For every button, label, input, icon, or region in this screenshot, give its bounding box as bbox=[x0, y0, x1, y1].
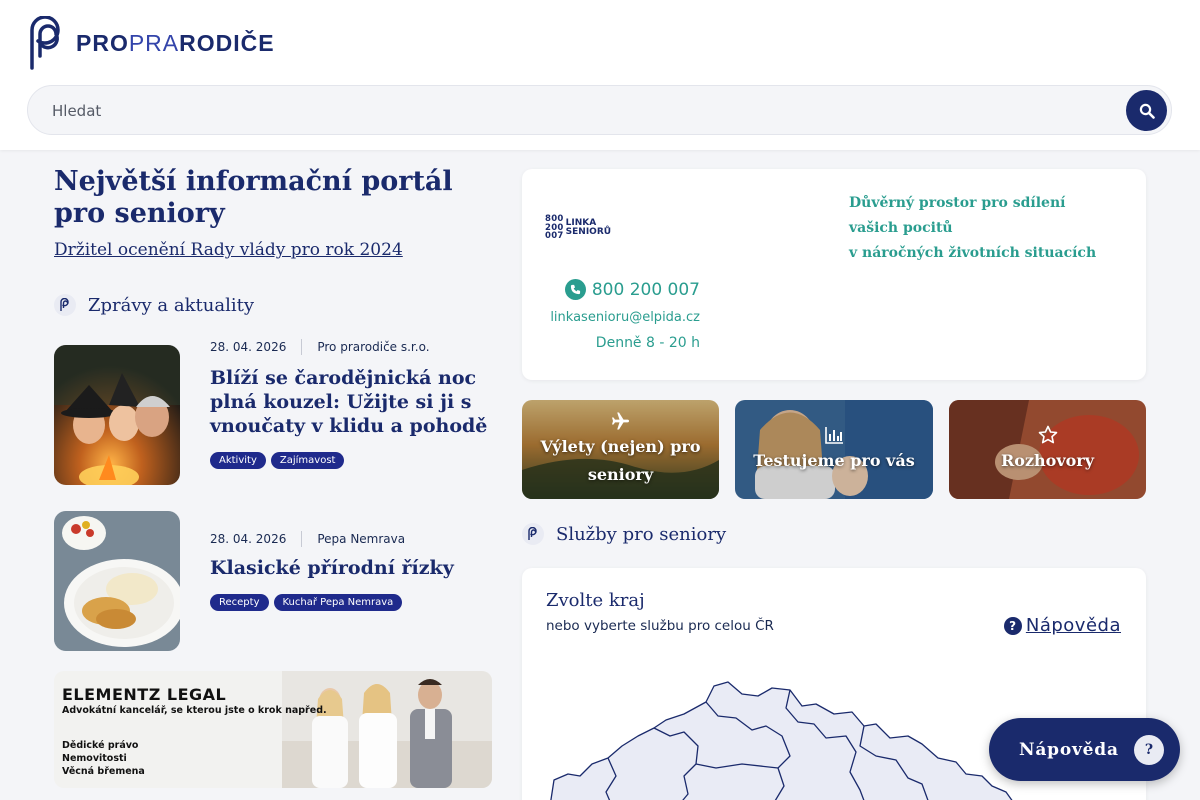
banner-list-item: Věcná břemena bbox=[62, 766, 145, 777]
logo-wordmark: PROPRARODIČE bbox=[76, 29, 275, 56]
news-thumbnail[interactable] bbox=[54, 345, 180, 485]
meta-divider bbox=[301, 339, 303, 355]
star-icon bbox=[1038, 425, 1058, 445]
floating-help-button[interactable]: Nápověda ? bbox=[989, 718, 1180, 781]
floating-help-label: Nápověda bbox=[1019, 739, 1119, 760]
tile-testujeme[interactable]: Testujeme pro vás bbox=[735, 400, 933, 499]
news-author: Pepa Nemrava bbox=[317, 532, 406, 546]
award-link[interactable]: Držitel ocenění Rady vlády pro rok 2024 bbox=[54, 240, 403, 260]
tag-aktivity[interactable]: Aktivity bbox=[210, 452, 266, 469]
linka-contact: 800 200 007 linkasenioru@elpida.cz Denně… bbox=[550, 279, 700, 351]
linka-phone-number: 800 200 007 bbox=[591, 279, 700, 300]
tile-vylety[interactable]: Výlety (nejen) pro seniory bbox=[522, 400, 719, 499]
news-section-title: Zprávy a aktuality bbox=[88, 294, 254, 316]
tile-label: Výlety (nejen) pro seniory bbox=[540, 436, 701, 484]
news-date: 28. 04. 2026 bbox=[210, 340, 287, 354]
page-title: Největší informační portál pro seniory bbox=[54, 166, 453, 229]
tag-kuchar[interactable]: Kuchař Pepa Nemrava bbox=[273, 594, 403, 611]
services-section-heading: Služby pro seniory bbox=[522, 523, 726, 545]
banner-title: ELEMENTZ LEGAL bbox=[62, 685, 227, 704]
tag-zajimavost[interactable]: Zajímavost bbox=[270, 452, 345, 469]
news-meta: 28. 04. 2026 Pro prarodiče s.r.o. bbox=[210, 339, 430, 355]
meta-divider bbox=[301, 531, 303, 547]
news-tags: Recepty Kuchař Pepa Nemrava bbox=[210, 594, 403, 611]
logo-mark-icon bbox=[30, 16, 60, 70]
news-thumbnail[interactable] bbox=[54, 511, 180, 651]
banner-subtitle: Advokátní kancelář, se kterou jste o kro… bbox=[62, 705, 327, 716]
question-icon: ? bbox=[1134, 735, 1164, 765]
map-card-title: Zvolte kraj bbox=[546, 590, 645, 611]
news-tags: Aktivity Zajímavost bbox=[210, 452, 345, 469]
bar-chart-icon bbox=[824, 425, 844, 445]
brand-mini-icon bbox=[522, 523, 544, 545]
ad-banner-elementz-legal[interactable]: ELEMENTZ LEGAL Advokátní kancelář, se kt… bbox=[54, 671, 492, 788]
banner-list-item: Dědické právo bbox=[62, 740, 139, 751]
linka-senioru-logo[interactable]: 800 200 007 LINKA SENIORŮ bbox=[545, 215, 611, 241]
linka-phone-link[interactable]: 800 200 007 bbox=[550, 279, 700, 300]
phone-icon bbox=[564, 279, 586, 300]
site-header: PROPRARODIČE bbox=[0, 0, 1200, 150]
map-card-subtitle: nebo vyberte službu pro celou ČR bbox=[546, 618, 774, 634]
services-section-title: Služby pro seniory bbox=[556, 523, 727, 545]
news-title[interactable]: Klasické přírodní řízky bbox=[210, 556, 490, 580]
tile-label: Rozhovory bbox=[1000, 450, 1095, 470]
news-meta: 28. 04. 2026 Pepa Nemrava bbox=[210, 531, 405, 547]
search-bar bbox=[27, 85, 1172, 135]
search-input[interactable] bbox=[52, 98, 1102, 124]
question-icon: ? bbox=[1003, 616, 1022, 635]
linka-email-link[interactable]: linkasenioru@elpida.cz bbox=[550, 310, 700, 325]
tile-rozhovory[interactable]: Rozhovory bbox=[949, 400, 1146, 499]
tile-label: Testujeme pro vás bbox=[753, 450, 915, 470]
news-date: 28. 04. 2026 bbox=[210, 532, 287, 546]
banner-people-image bbox=[282, 671, 492, 788]
news-author: Pro prarodiče s.r.o. bbox=[317, 340, 430, 354]
news-section-heading: Zprávy a aktuality bbox=[54, 294, 254, 316]
linka-description-line: Důvěrný prostor pro sdílení vašich pocit… bbox=[849, 195, 1066, 236]
banner-list: Dědické právo Nemovitosti Věcná břemena bbox=[62, 739, 145, 778]
linka-hours: Denně 8 - 20 h bbox=[595, 335, 700, 351]
news-item[interactable]: 28. 04. 2026 Pro prarodiče s.r.o. Blíží … bbox=[54, 339, 494, 485]
linka-description: Důvěrný prostor pro sdílení vašich pocit… bbox=[849, 191, 1119, 266]
linka-description-line: v náročných životních situacích bbox=[849, 245, 1097, 261]
map-help-link[interactable]: ? Nápověda bbox=[1003, 615, 1121, 636]
site-logo[interactable]: PROPRARODIČE bbox=[26, 15, 275, 71]
airplane-icon bbox=[611, 411, 631, 431]
brand-mini-icon bbox=[54, 294, 76, 316]
banner-list-item: Nemovitosti bbox=[62, 753, 127, 764]
czech-regions-map[interactable] bbox=[546, 676, 1026, 800]
search-icon bbox=[1139, 103, 1155, 119]
linka-logo-name: LINKA SENIORŮ bbox=[565, 217, 612, 237]
news-item[interactable]: 28. 04. 2026 Pepa Nemrava Klasické příro… bbox=[54, 511, 494, 651]
linka-senioru-card: 800 200 007 LINKA SENIORŮ 800 200 007 linka… bbox=[522, 169, 1146, 380]
linka-logo-numbers: 800 200 007 bbox=[545, 214, 564, 241]
search-button[interactable] bbox=[1126, 90, 1167, 131]
news-title[interactable]: Blíží se čarodějnická noc plná kouzel: U… bbox=[210, 366, 490, 438]
tag-recepty[interactable]: Recepty bbox=[210, 594, 269, 611]
